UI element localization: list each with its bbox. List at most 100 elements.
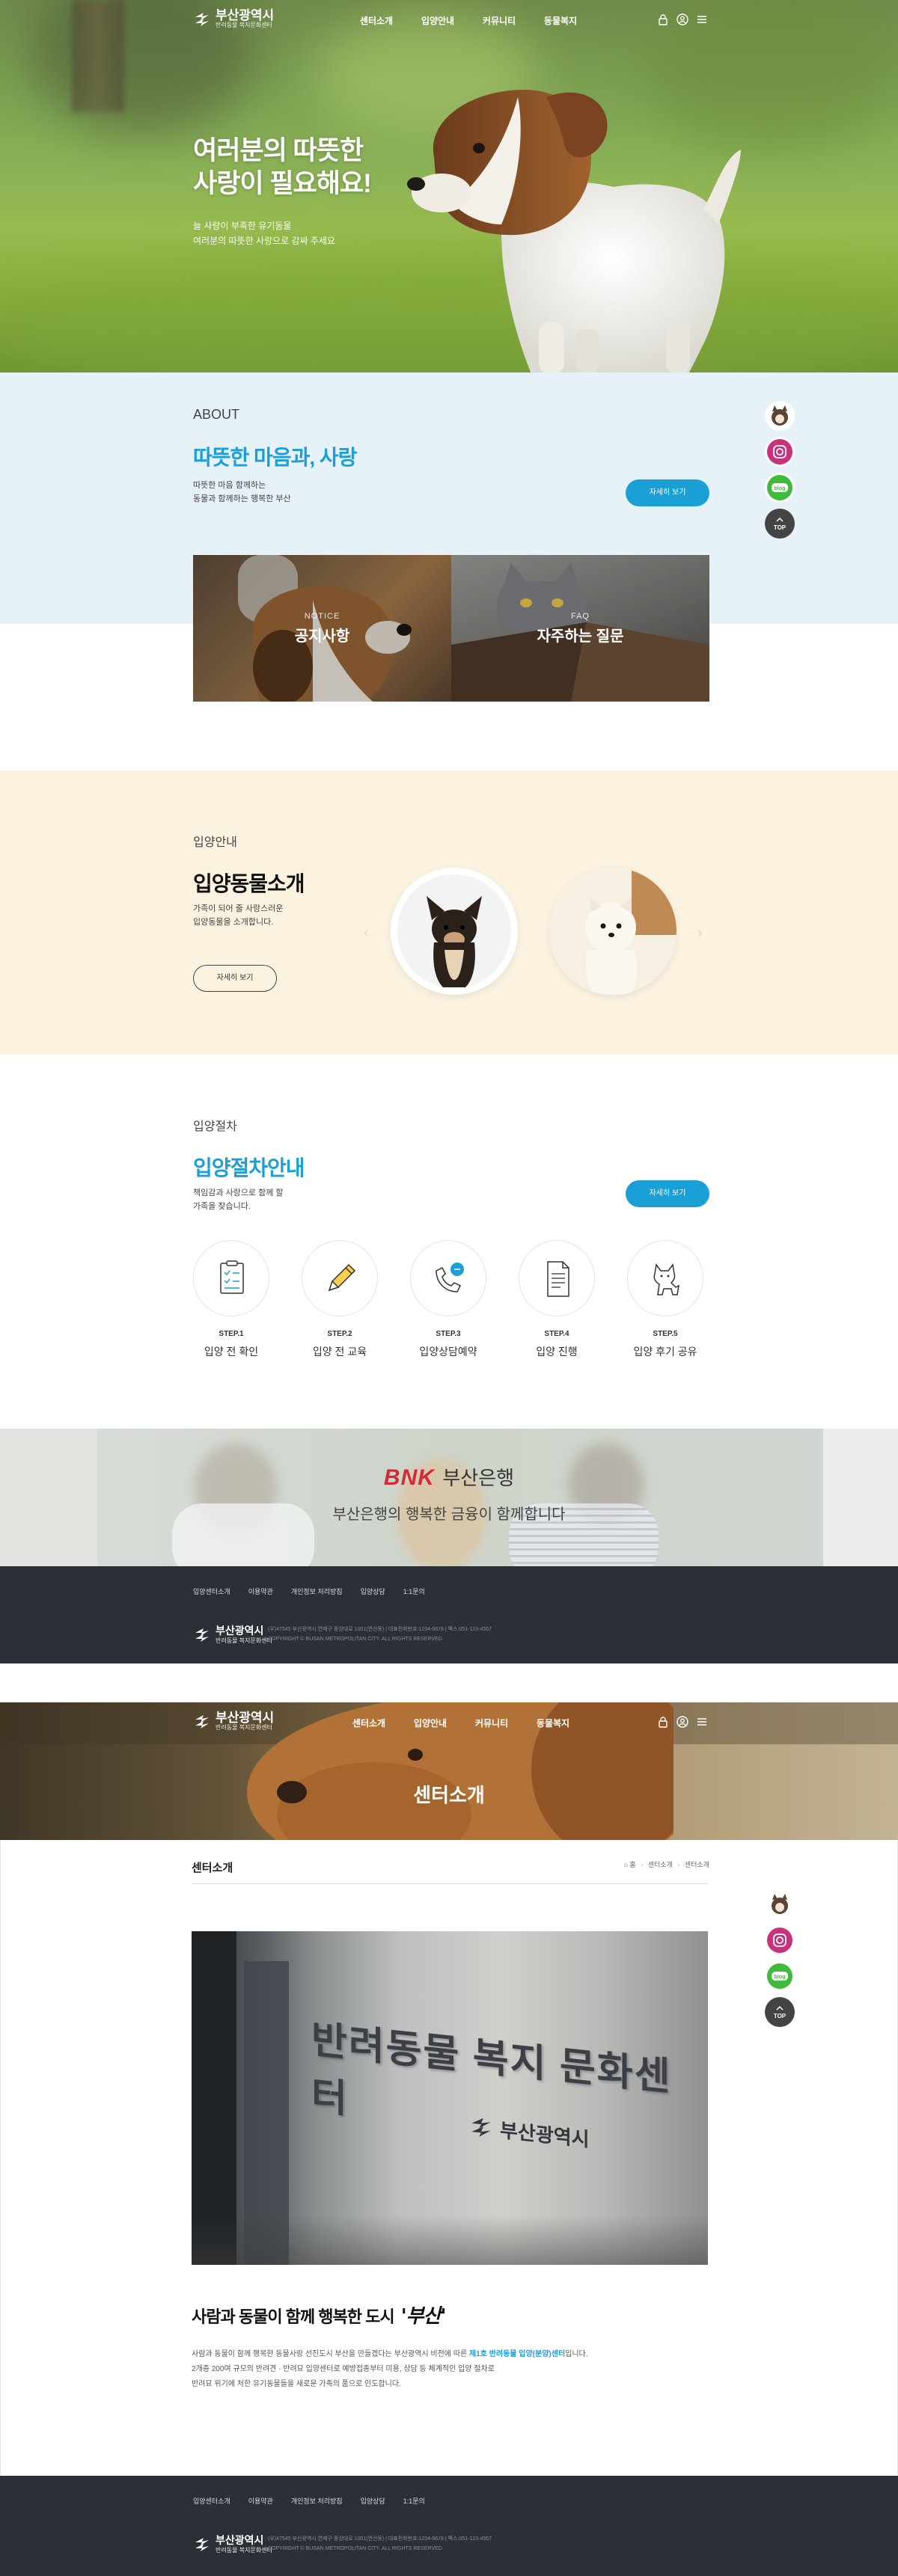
bank-name: 부산은행 xyxy=(442,1467,515,1489)
procedure-more-button[interactable]: 자세히 보기 xyxy=(626,1180,709,1207)
notice-card[interactable]: NOTICE 공지사항 xyxy=(193,555,451,702)
procedure-title: 입양절차안내 xyxy=(193,1156,305,1180)
top-button[interactable]: TOP xyxy=(765,1997,795,2027)
top-button[interactable]: TOP xyxy=(765,509,795,539)
nav-community[interactable]: 커뮤니티 xyxy=(468,0,530,42)
adopt-more-button[interactable]: 자세히 보기 xyxy=(193,965,277,992)
title-divider xyxy=(192,1883,708,1884)
svg-text:blog: blog xyxy=(775,486,786,491)
slide-next-icon[interactable]: › xyxy=(697,924,703,942)
menu-icon[interactable] xyxy=(696,13,708,25)
about-body: 사람과 동물이 함께 행복한 동물사랑 선진도시 부산을 만들겠다는 부산광역시… xyxy=(192,2350,588,2388)
nav-center[interactable]: 센터소개 xyxy=(338,1702,400,1744)
footer-link[interactable]: 개인정보 처리방침 xyxy=(291,1586,343,1596)
step-label: 입양 전 확인 xyxy=(204,1346,259,1358)
svg-text:blog: blog xyxy=(775,1975,786,1980)
home-icon[interactable]: ⌂ xyxy=(623,1861,627,1868)
footer-link[interactable]: 입양센터소개 xyxy=(193,2496,230,2506)
mascot-icon[interactable] xyxy=(765,1889,795,1919)
center-building-photo: 반려동물 복지 문화센터 부산광역시 xyxy=(192,1931,708,2265)
footer-link[interactable]: 1:1문의 xyxy=(403,2496,425,2506)
main-header: 부산광역시 반려동물 복지문화센터 센터소개 입양안내 커뮤니티 동물복지 xyxy=(0,0,898,42)
adopt-title: 입양동물소개 xyxy=(193,872,305,895)
page-title: 센터소개 xyxy=(192,1862,233,1874)
hero-description: 늘 사랑이 부족한 유기동물 여러분의 따뜻한 사랑으로 감싸 주세요 xyxy=(193,221,335,246)
svg-text:TOP: TOP xyxy=(774,2013,786,2020)
step-label: 입양 진행 xyxy=(536,1346,578,1358)
nav-adoption[interactable]: 입양안내 xyxy=(407,0,468,42)
bnk-banner[interactable]: BNK 부산은행 부산은행의 행복한 금융이 함께합니다 xyxy=(0,1429,898,1566)
procedure-label: 입양절차 xyxy=(193,1120,237,1133)
banner-text: 부산은행의 행복한 금융이 함께합니다 xyxy=(332,1506,566,1523)
phone-icon xyxy=(410,1240,486,1316)
footer-link[interactable]: 이용약관 xyxy=(248,2496,273,2506)
logo-mark-icon xyxy=(193,1626,211,1644)
adopt-label: 입양안내 xyxy=(193,836,237,849)
step-label: 입양 후기 공유 xyxy=(633,1346,697,1358)
dog-icon xyxy=(627,1240,703,1316)
adopt-animal-card[interactable] xyxy=(549,868,676,995)
footer-link[interactable]: 개인정보 처리방침 xyxy=(291,2496,343,2506)
step-label: 입양상담예약 xyxy=(419,1346,477,1358)
step-label: 입양 전 교육 xyxy=(312,1346,367,1358)
breadcrumb: ⌂ 홈 › 센터소개 › 센터소개 xyxy=(623,1861,709,1868)
lock-icon[interactable] xyxy=(657,13,669,25)
user-icon[interactable] xyxy=(676,1716,688,1728)
instagram-icon[interactable] xyxy=(765,1925,795,1955)
building-logo-icon xyxy=(471,2117,491,2137)
about-more-button[interactable]: 자세히 보기 xyxy=(626,479,709,506)
sub-visual-title: 센터소개 xyxy=(413,1784,485,1806)
menu-icon[interactable] xyxy=(696,1716,708,1728)
footer-link[interactable]: 입양상담 xyxy=(361,1586,385,1596)
bnk-logo: BNK xyxy=(383,1465,435,1490)
sub-footer: 입양센터소개 이용약관 개인정보 처리방침 입양상담 1:1문의 부산광역시 반려… xyxy=(0,2476,898,2576)
svg-text:TOP: TOP xyxy=(774,524,786,531)
footer-logo: 부산광역시 반려동물 복지문화센터 xyxy=(193,1625,272,1645)
logo-mark-icon xyxy=(193,10,211,28)
global-nav: 센터소개 입양안내 커뮤니티 동물복지 xyxy=(338,1702,584,1744)
slide-prev-icon[interactable]: ‹ xyxy=(364,924,369,942)
site-logo[interactable]: 부산광역시 반려동물 복지문화센터 xyxy=(193,1711,274,1732)
notice-card-title: 공지사항 xyxy=(294,628,350,645)
adopt-description: 가족이 되어 줄 사랑스러운 입양동물을 소개합니다. xyxy=(193,904,284,927)
utility-menu xyxy=(657,13,708,25)
sub-header: 부산광역시 반려동물 복지문화센터 센터소개 입양안내 커뮤니티 동물복지 xyxy=(0,1702,898,1744)
logo-mark-icon xyxy=(193,1713,211,1731)
nav-welfare[interactable]: 동물복지 xyxy=(530,0,591,42)
about-description: 따뜻한 마음 함께하는 동물과 함께하는 행복한 부산 xyxy=(193,481,291,503)
about-headline: 사람과 동물이 함께 행복한 도시 '부산' xyxy=(192,2305,446,2328)
utility-menu xyxy=(657,1716,708,1728)
mascot-icon[interactable] xyxy=(765,401,795,431)
puppy-image xyxy=(407,90,741,372)
lock-icon[interactable] xyxy=(657,1716,669,1728)
pomeranian-image xyxy=(549,868,676,995)
adopt-animal-card[interactable] xyxy=(391,868,518,995)
footer-logo: 부산광역시 반려동물 복지문화센터 xyxy=(193,2534,272,2554)
blog-icon[interactable]: blog xyxy=(765,1961,795,1991)
chihuahua-image xyxy=(397,874,511,988)
site-logo[interactable]: 부산광역시 반려동물 복지문화센터 xyxy=(193,9,274,29)
hero-visual: 여러분의 따뜻한 사랑이 필요해요! 늘 사랑이 부족한 유기동물 여러분의 따… xyxy=(0,0,898,372)
faq-card-title: 자주하는 질문 xyxy=(537,628,624,645)
footer-link[interactable]: 입양센터소개 xyxy=(193,1586,230,1596)
footer-link[interactable]: 이용약관 xyxy=(248,1586,273,1596)
nav-adoption[interactable]: 입양안내 xyxy=(400,1702,461,1744)
instagram-icon[interactable] xyxy=(765,437,795,467)
footer-link[interactable]: 1:1문의 xyxy=(403,1586,425,1596)
nav-community[interactable]: 커뮤니티 xyxy=(461,1702,522,1744)
faq-card[interactable]: FAQ 자주하는 질문 xyxy=(451,555,709,702)
nav-center[interactable]: 센터소개 xyxy=(346,0,407,42)
procedure-description: 책임감과 사랑으로 함께 할 가족을 찾습니다. xyxy=(193,1189,284,1211)
hero-title: 여러분의 따뜻한 사랑이 필요해요! xyxy=(193,136,372,198)
quick-menu: blog TOP xyxy=(765,401,795,545)
footer-address: (우)47545 부산광역시 연제구 중앙대로 1001(연산동) | 대표전화… xyxy=(268,1627,492,1642)
global-nav: 센터소개 입양안내 커뮤니티 동물복지 xyxy=(346,0,591,42)
checklist-icon xyxy=(193,1240,269,1316)
main-footer: 입양센터소개 이용약관 개인정보 처리방침 입양상담 1:1문의 부산광역시 반려… xyxy=(0,1566,898,1663)
about-title: 따뜻한 마음과, 사랑 xyxy=(193,446,357,469)
user-icon[interactable] xyxy=(676,13,688,25)
footer-link[interactable]: 입양상담 xyxy=(361,2496,385,2506)
nav-welfare[interactable]: 동물복지 xyxy=(522,1702,584,1744)
about-label: ABOUT xyxy=(193,407,240,422)
blog-icon[interactable]: blog xyxy=(765,473,795,503)
